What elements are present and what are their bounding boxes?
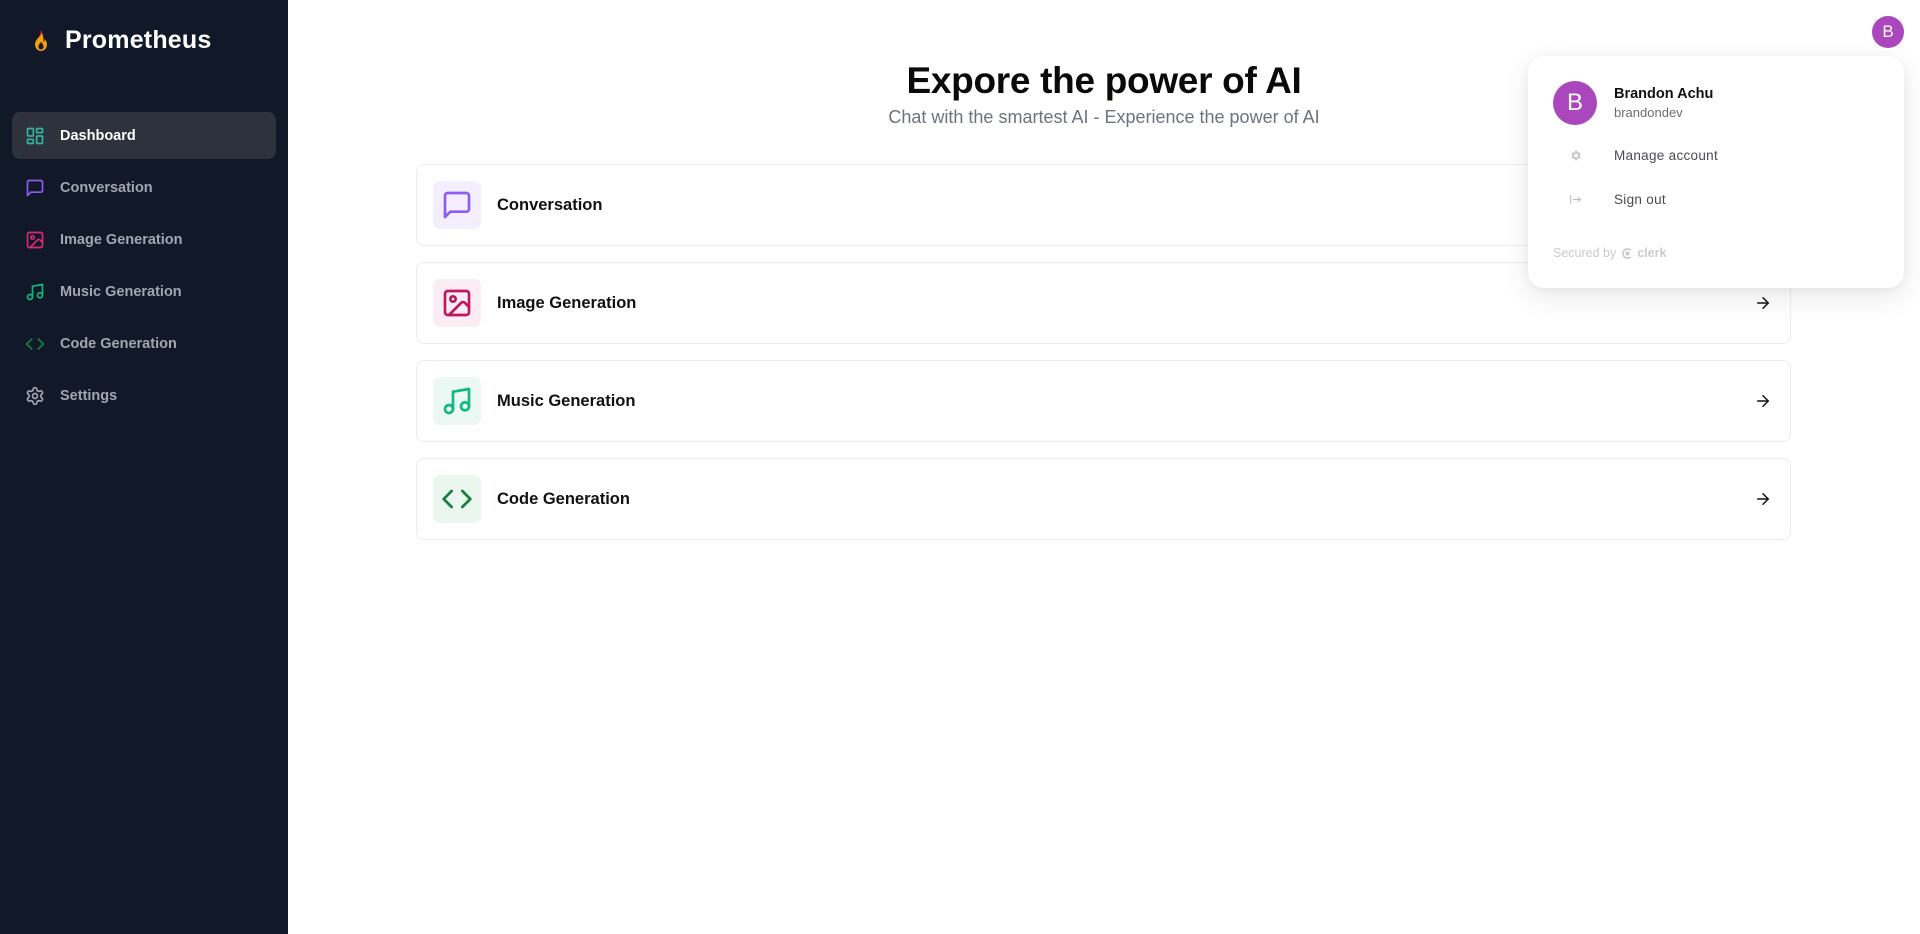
card-icon-box bbox=[433, 475, 481, 523]
message-square-icon bbox=[443, 191, 471, 219]
sidebar-item-label: Music Generation bbox=[60, 283, 182, 300]
clerk-logo[interactable]: clerk bbox=[1621, 246, 1666, 260]
music-icon bbox=[25, 282, 45, 302]
sidebar-item-label: Image Generation bbox=[60, 231, 183, 248]
image-icon bbox=[25, 230, 45, 250]
sidebar-item-code-generation[interactable]: Code Generation bbox=[12, 320, 276, 367]
sign-out-icon bbox=[1565, 193, 1585, 206]
flame-icon bbox=[35, 30, 47, 51]
gear-icon bbox=[1565, 149, 1585, 162]
clerk-text: clerk bbox=[1637, 246, 1667, 260]
user-username: brandondev bbox=[1614, 105, 1683, 120]
arrow-right-icon bbox=[1757, 493, 1769, 505]
user-avatar-button[interactable]: B bbox=[1872, 16, 1904, 48]
arrow-right-icon bbox=[1757, 395, 1769, 407]
sidebar-item-conversation[interactable]: Conversation bbox=[12, 164, 276, 211]
card-icon-box bbox=[433, 181, 481, 229]
card-music-generation[interactable]: Music Generation bbox=[416, 360, 1791, 442]
sidebar-item-label: Code Generation bbox=[60, 335, 177, 352]
message-square-icon bbox=[25, 178, 45, 198]
clerk-icon bbox=[1622, 247, 1632, 259]
sign-out-button[interactable]: Sign out bbox=[1528, 181, 1904, 217]
card-code-generation[interactable]: Code Generation bbox=[416, 458, 1791, 540]
code-icon bbox=[25, 334, 45, 354]
sign-out-label: Sign out bbox=[1614, 191, 1666, 207]
sidebar-item-label: Conversation bbox=[60, 179, 153, 196]
secured-by-footer: Secured by clerk bbox=[1553, 246, 1666, 260]
sidebar-item-label: Settings bbox=[60, 387, 118, 404]
music-icon bbox=[443, 387, 471, 415]
code-icon bbox=[442, 489, 472, 509]
sidebar-nav: Dashboard Conversation Image Generation … bbox=[12, 112, 276, 424]
card-label: Music Generation bbox=[497, 391, 636, 410]
sidebar-item-dashboard[interactable]: Dashboard bbox=[12, 112, 276, 159]
card-label: Code Generation bbox=[497, 489, 630, 508]
user-avatar: B bbox=[1553, 81, 1597, 125]
app-logo[interactable]: Prometheus bbox=[29, 26, 211, 55]
manage-account-button[interactable]: Manage account bbox=[1528, 137, 1904, 173]
manage-account-label: Manage account bbox=[1614, 147, 1719, 163]
sidebar: Prometheus Dashboard Conversation Image … bbox=[0, 0, 288, 934]
sidebar-item-settings[interactable]: Settings bbox=[12, 372, 276, 419]
app-name: Prometheus bbox=[65, 26, 212, 54]
sidebar-item-label: Dashboard bbox=[60, 127, 136, 144]
user-full-name: Brandon Achu bbox=[1614, 86, 1714, 102]
sidebar-item-image-generation[interactable]: Image Generation bbox=[12, 216, 276, 263]
secured-by-text: Secured by bbox=[1553, 246, 1617, 260]
settings-icon bbox=[25, 386, 45, 406]
card-label: Image Generation bbox=[497, 293, 637, 312]
sidebar-item-music-generation[interactable]: Music Generation bbox=[12, 268, 276, 315]
image-icon bbox=[443, 289, 471, 317]
arrow-right-icon bbox=[1757, 297, 1769, 309]
user-menu-popup: B Brandon Achu brandondev Manage account… bbox=[1528, 56, 1904, 288]
card-icon-box bbox=[433, 279, 481, 327]
card-icon-box bbox=[433, 377, 481, 425]
layout-dashboard-icon bbox=[25, 126, 45, 146]
